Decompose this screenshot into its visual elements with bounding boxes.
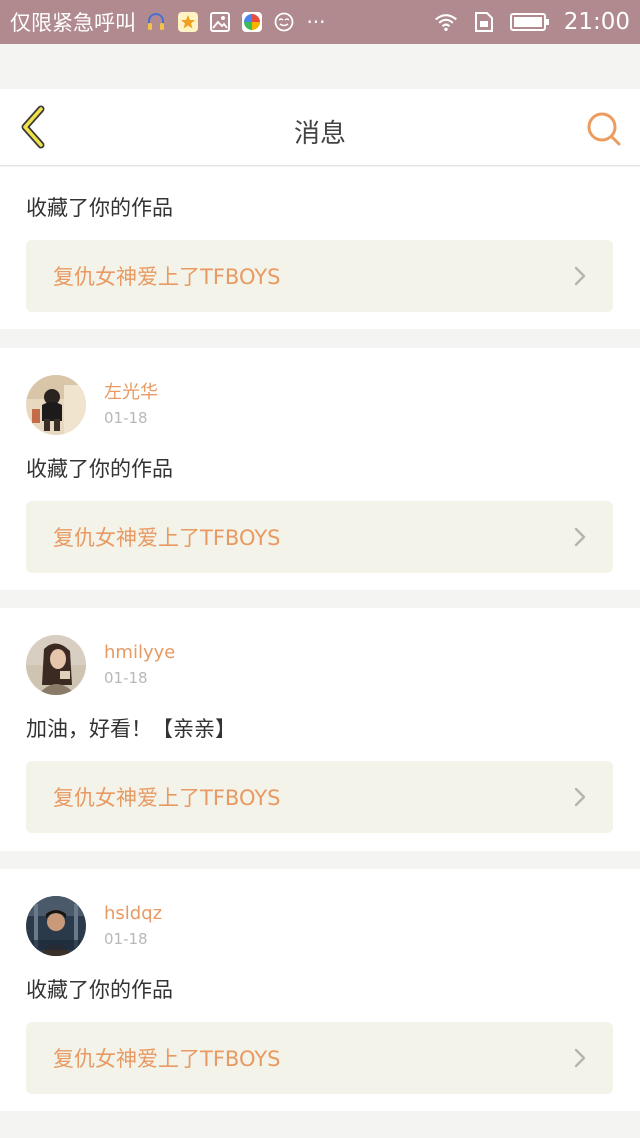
work-title: 复仇女神爱上了TFBOYS [53,786,281,810]
user-row[interactable]: hsldqz 01-18 [26,895,162,957]
user-meta: 左光华 01-18 [104,381,158,429]
wifi-icon [434,10,458,34]
work-link[interactable]: 复仇女神爱上了TFBOYS [26,761,613,833]
username[interactable]: 左光华 [104,381,158,405]
message-text: 收藏了你的作品 [26,978,173,1002]
top-gap [0,44,640,89]
chevron-right-icon [571,787,589,807]
work-link[interactable]: 复仇女神爱上了TFBOYS [26,240,613,312]
face-icon [272,10,296,34]
carrier-text: 仅限紧急呼叫 [10,11,136,35]
avatar[interactable] [26,375,86,435]
user-meta: hmilyye 01-18 [104,641,175,689]
search-button[interactable] [584,109,624,149]
avatar[interactable] [26,896,86,956]
clock: 21:00 [563,9,630,35]
message-text: 加油，好看！【亲亲】 [26,717,236,741]
chevron-right-icon [571,527,589,547]
sim-icon [472,10,496,34]
message-card: 收藏了你的作品 复仇女神爱上了TFBOYS [0,167,640,329]
image-icon [208,10,232,34]
username[interactable]: hmilyye [104,641,175,665]
work-title: 复仇女神爱上了TFBOYS [53,265,281,289]
colorful-app-icon [240,10,264,34]
username[interactable]: hsldqz [104,902,162,926]
message-date: 01-18 [104,930,148,948]
message-card: hmilyye 01-18 加油，好看！【亲亲】 复仇女神爱上了TFBOYS [0,608,640,851]
headset-icon [144,10,168,34]
page-title: 消息 [293,119,346,149]
status-right: 21:00 [434,9,630,35]
work-link[interactable]: 复仇女神爱上了TFBOYS [26,1022,613,1094]
message-card: 左光华 01-18 收藏了你的作品 复仇女神爱上了TFBOYS [0,348,640,590]
status-left: 仅限紧急呼叫 ··· [10,7,328,37]
user-meta: hsldqz 01-18 [104,902,162,950]
user-row[interactable]: 左光华 01-18 [26,374,158,436]
work-link[interactable]: 复仇女神爱上了TFBOYS [26,501,613,573]
search-icon [587,112,621,146]
message-date: 01-18 [104,669,148,687]
chevron-right-icon [571,1048,589,1068]
message-date: 01-18 [104,409,148,427]
avatar[interactable] [26,635,86,695]
user-row[interactable]: hmilyye 01-18 [26,634,175,696]
message-text: 收藏了你的作品 [26,196,173,220]
more-dots-icon: ··· [306,10,326,34]
message-card: hsldqz 01-18 收藏了你的作品 复仇女神爱上了TFBOYS [0,869,640,1111]
work-title: 复仇女神爱上了TFBOYS [53,526,281,550]
star-app-icon [176,10,200,34]
message-text: 收藏了你的作品 [26,457,173,481]
battery-icon [509,10,550,34]
header-bar: 消息 [0,89,640,166]
chevron-right-icon [571,266,589,286]
status-bar: 仅限紧急呼叫 ··· 21:00 [0,0,640,44]
work-title: 复仇女神爱上了TFBOYS [53,1047,281,1071]
